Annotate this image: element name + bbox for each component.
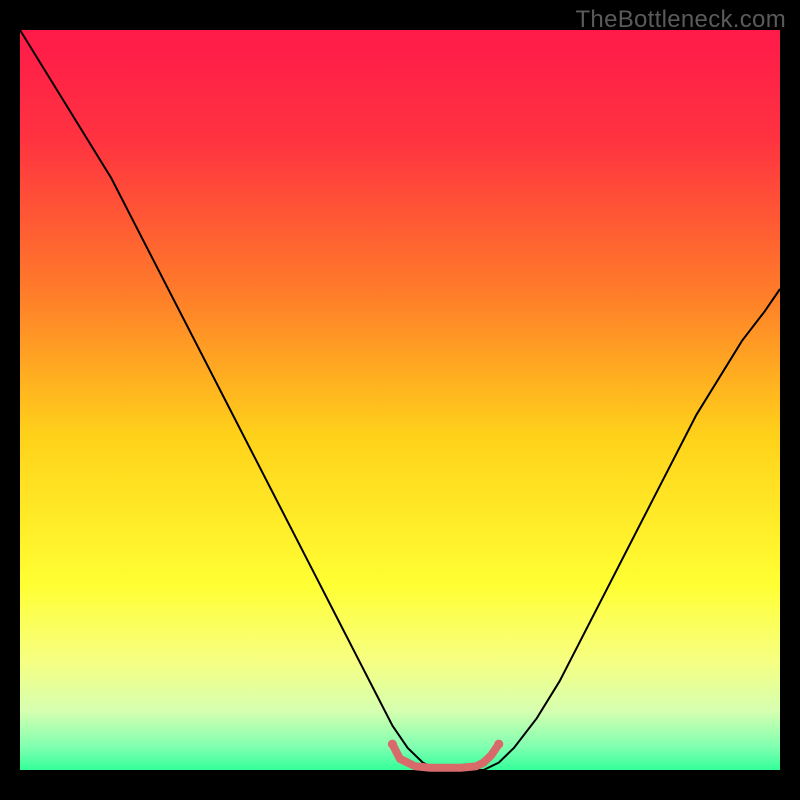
chart-container: TheBottleneck.com [0,0,800,800]
chart-svg [0,0,800,800]
watermark-text: TheBottleneck.com [575,6,786,34]
sweet-spot-endpoint [494,740,503,749]
gradient-background [20,30,780,770]
sweet-spot-endpoint [388,740,397,749]
